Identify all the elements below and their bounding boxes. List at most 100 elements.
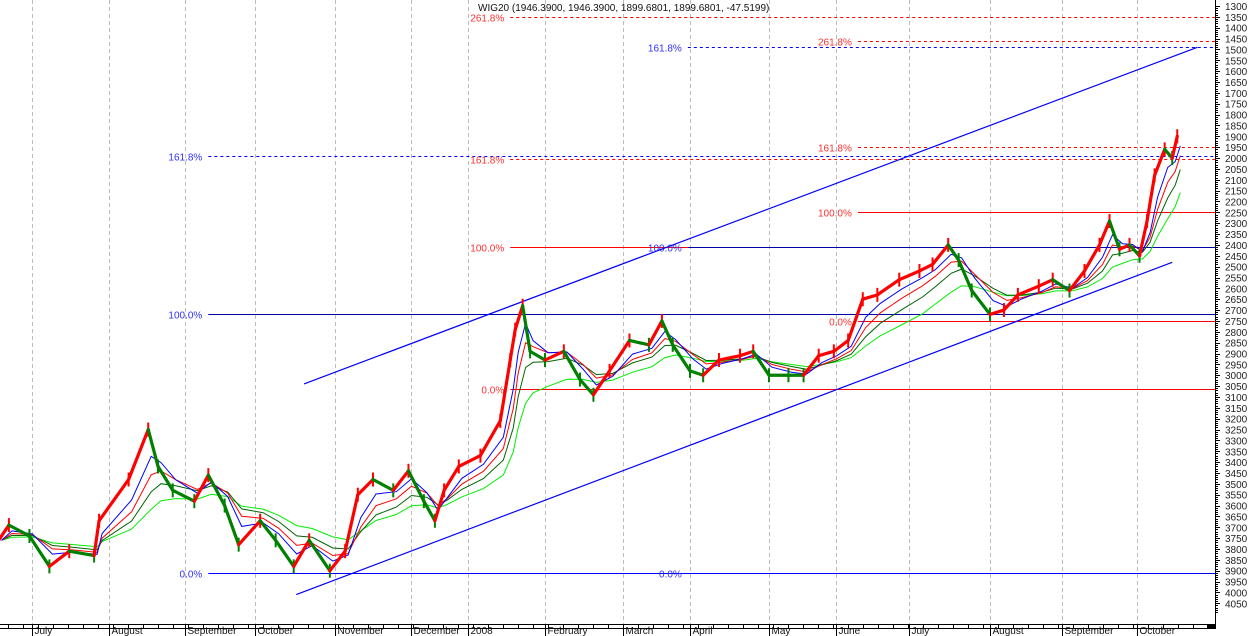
y-tick-label: 2350 bbox=[1225, 230, 1248, 241]
price-segment bbox=[1153, 147, 1167, 178]
price-segment bbox=[274, 538, 296, 568]
month-label: July bbox=[912, 626, 930, 636]
fib-level-label: 100.0% bbox=[470, 244, 504, 255]
y-tick-label: 1800 bbox=[1225, 111, 1248, 122]
price-segment bbox=[1117, 243, 1132, 251]
price-segment bbox=[988, 308, 1006, 317]
y-tick-label: 1850 bbox=[1225, 121, 1248, 132]
month-label: March bbox=[626, 626, 654, 636]
price-segment bbox=[701, 358, 721, 377]
price-segment bbox=[171, 488, 196, 503]
month-label: September bbox=[1065, 626, 1115, 636]
y-tick-label: 3700 bbox=[1225, 523, 1248, 534]
y-tick-label: 1550 bbox=[1225, 56, 1248, 67]
price-segment bbox=[156, 464, 175, 492]
month-label: April bbox=[693, 626, 713, 636]
chart-title: WIG20 (1946.3900, 1946.3900, 1899.6801, … bbox=[478, 3, 769, 14]
y-tick-label: 1650 bbox=[1225, 78, 1248, 89]
y-tick-label: 2600 bbox=[1225, 284, 1248, 295]
fibonacci-levels: 161.8% 100.0% 0.0% 261.8% 161.8% 100.0% 0.0% 16… bbox=[168, 14, 1215, 581]
fib-level-label: 261.8% bbox=[470, 14, 504, 25]
fib-level-label: 261.8% bbox=[818, 38, 852, 49]
month-label: August bbox=[993, 626, 1024, 636]
price-segment bbox=[223, 503, 241, 547]
price-segment bbox=[442, 464, 461, 492]
price-segment bbox=[146, 427, 160, 469]
y-tick-label: 2550 bbox=[1225, 274, 1248, 285]
y-tick-label: 2400 bbox=[1225, 241, 1248, 252]
month-label: December bbox=[414, 626, 461, 636]
y-tick-label: 1750 bbox=[1225, 100, 1248, 111]
moving-averages bbox=[1, 145, 1181, 562]
price-series bbox=[0, 129, 1179, 578]
price-segment bbox=[738, 349, 755, 358]
y-tick-label: 2050 bbox=[1225, 165, 1248, 176]
y-tick-label: 1300 bbox=[1225, 2, 1248, 13]
fib-level-label: 100.0% bbox=[818, 209, 852, 220]
y-tick-label: 3100 bbox=[1225, 393, 1248, 404]
y-tick-label: 2650 bbox=[1225, 295, 1248, 306]
price-segment bbox=[521, 304, 532, 353]
fib-level-label: 161.8% bbox=[648, 44, 682, 55]
y-tick-label: 2100 bbox=[1225, 176, 1248, 187]
price-segment bbox=[688, 369, 705, 377]
y-tick-label: 1450 bbox=[1225, 35, 1248, 46]
y-tick-label: 3000 bbox=[1225, 371, 1248, 382]
y-tick-label: 1400 bbox=[1225, 24, 1248, 35]
fib-level-label: 161.8% bbox=[818, 144, 852, 155]
y-tick-label: 2200 bbox=[1225, 197, 1248, 208]
fib-level-label: 0.0% bbox=[659, 570, 682, 581]
price-segment bbox=[917, 262, 935, 273]
y-tick-label: 2150 bbox=[1225, 187, 1248, 198]
ma-mid-line bbox=[1, 155, 1181, 557]
y-tick-label: 2800 bbox=[1225, 328, 1248, 339]
y-tick-label: 3750 bbox=[1225, 534, 1248, 545]
y-tick-label: 4050 bbox=[1225, 599, 1248, 610]
fib-level-label: 100.0% bbox=[168, 311, 202, 322]
month-label: September bbox=[188, 626, 238, 636]
y-tick-label: 2750 bbox=[1225, 317, 1248, 328]
price-axis: 1300135014001450150015501600165017001750… bbox=[1215, 0, 1248, 629]
y-tick-label: 3550 bbox=[1225, 491, 1248, 502]
y-tick-label: 2250 bbox=[1225, 208, 1248, 219]
fib-level-label: 0.0% bbox=[481, 386, 504, 397]
month-label: August bbox=[112, 626, 143, 636]
price-segment bbox=[343, 493, 360, 553]
price-segment bbox=[647, 319, 664, 347]
price-segment bbox=[861, 293, 879, 301]
y-tick-label: 3950 bbox=[1225, 578, 1248, 589]
fib-level-label: 0.0% bbox=[829, 318, 852, 329]
price-segment bbox=[237, 519, 262, 547]
y-tick-label: 3400 bbox=[1225, 458, 1248, 469]
y-tick-label: 3150 bbox=[1225, 404, 1248, 415]
price-segment bbox=[513, 304, 525, 332]
y-tick-label: 3800 bbox=[1225, 545, 1248, 556]
trend-line bbox=[303, 46, 1198, 385]
price-segment bbox=[897, 269, 922, 282]
y-tick-label: 1700 bbox=[1225, 89, 1248, 100]
price-segment bbox=[817, 349, 836, 358]
price-segment bbox=[528, 349, 547, 362]
price-segment bbox=[1097, 219, 1112, 247]
wig20-chart: 161.8% 100.0% 0.0% 261.8% 161.8% 100.0% 0.0% 16… bbox=[0, 0, 1248, 636]
price-segment bbox=[578, 377, 596, 397]
month-label: November bbox=[338, 626, 385, 636]
fib-level-label: 0.0% bbox=[180, 570, 203, 581]
y-tick-label: 3850 bbox=[1225, 556, 1248, 567]
y-tick-label: 3900 bbox=[1225, 567, 1248, 578]
price-segment bbox=[457, 454, 483, 469]
y-tick-label: 2500 bbox=[1225, 263, 1248, 274]
y-tick-label: 2450 bbox=[1225, 252, 1248, 263]
y-tick-label: 3600 bbox=[1225, 502, 1248, 513]
y-tick-label: 3200 bbox=[1225, 415, 1248, 426]
y-tick-label: 1600 bbox=[1225, 67, 1248, 78]
price-segment bbox=[433, 488, 446, 523]
y-tick-label: 1500 bbox=[1225, 45, 1248, 56]
y-tick-label: 3650 bbox=[1225, 512, 1248, 523]
month-label: May bbox=[772, 626, 791, 636]
fib-level-label: 161.8% bbox=[470, 156, 504, 167]
y-tick-label: 3500 bbox=[1225, 480, 1248, 491]
y-tick-label: 1900 bbox=[1225, 132, 1248, 143]
y-tick-label: 1350 bbox=[1225, 13, 1248, 24]
y-tick-label: 2900 bbox=[1225, 350, 1248, 361]
